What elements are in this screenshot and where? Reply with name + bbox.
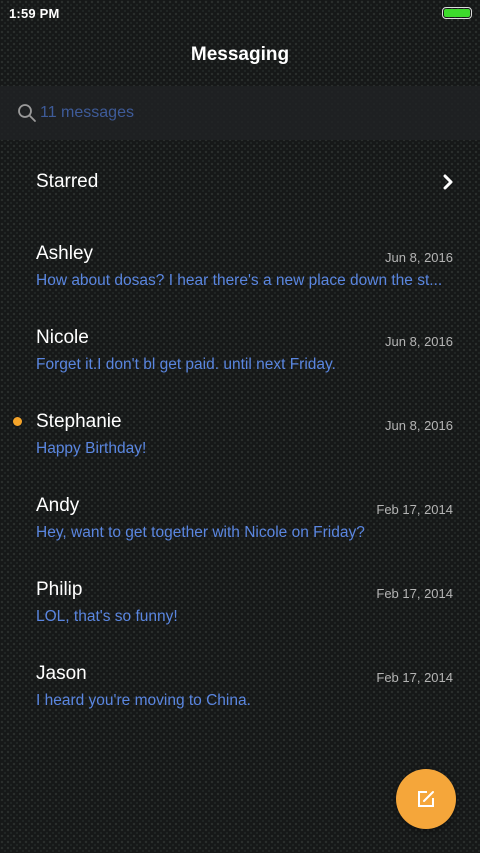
- conversation-snippet: I heard you're moving to China.: [36, 692, 251, 709]
- page-title: Messaging: [190, 44, 290, 65]
- conversation-item[interactable]: Ashley Jun 8, 2016 How about dosas? I he…: [0, 232, 480, 316]
- conversation-date: Jun 8, 2016: [385, 418, 453, 433]
- conversation-date: Feb 17, 2014: [376, 586, 453, 601]
- battery-icon: [442, 7, 472, 19]
- conversation-name: Andy: [36, 495, 80, 516]
- conversation-name: Stephanie: [36, 411, 122, 432]
- conversation-snippet: LOL, that's so funny!: [36, 608, 178, 625]
- conversation-item[interactable]: Stephanie Jun 8, 2016 Happy Birthday!: [0, 400, 480, 484]
- unread-indicator: [13, 417, 22, 426]
- conversation-item[interactable]: Nicole Jun 8, 2016 Forget it.I don't bl …: [0, 316, 480, 400]
- conversation-snippet: How about dosas? I hear there's a new pl…: [36, 272, 443, 289]
- battery-level-fill: [444, 9, 470, 17]
- conversation-date: Jun 8, 2016: [385, 250, 453, 265]
- conversation-name: Ashley: [36, 243, 94, 264]
- conversation-date: Feb 17, 2014: [376, 502, 453, 517]
- conversation-date: Jun 8, 2016: [385, 334, 453, 349]
- conversation-snippet: Happy Birthday!: [36, 440, 147, 457]
- conversation-list: Ashley Jun 8, 2016 How about dosas? I he…: [0, 232, 480, 736]
- conversation-snippet: Forget it.I don't bl get paid. until nex…: [36, 356, 336, 373]
- chevron-right-icon: [443, 174, 453, 190]
- conversation-date: Feb 17, 2014: [376, 670, 453, 685]
- starred-row[interactable]: Starred: [0, 158, 480, 206]
- compose-button[interactable]: [396, 769, 456, 829]
- search-icon: [18, 104, 36, 122]
- conversation-item[interactable]: Andy Feb 17, 2014 Hey, want to get toget…: [0, 484, 480, 568]
- compose-icon: [418, 791, 434, 807]
- status-time: 1:59 PM: [9, 6, 60, 21]
- status-bar: 1:59 PM: [0, 0, 480, 28]
- starred-label: Starred: [36, 171, 99, 192]
- search-input[interactable]: [40, 100, 440, 126]
- conversation-item[interactable]: Jason Feb 17, 2014 I heard you're moving…: [0, 652, 480, 736]
- conversation-name: Jason: [36, 663, 87, 684]
- conversation-item[interactable]: Philip Feb 17, 2014 LOL, that's so funny…: [0, 568, 480, 652]
- conversation-name: Nicole: [36, 327, 89, 348]
- search-bar[interactable]: [0, 86, 480, 140]
- conversation-name: Philip: [36, 579, 83, 600]
- conversation-snippet: Hey, want to get together with Nicole on…: [36, 524, 365, 541]
- messaging-screen: 1:59 PM Messaging Starred Ashley Jun 8, …: [0, 0, 480, 853]
